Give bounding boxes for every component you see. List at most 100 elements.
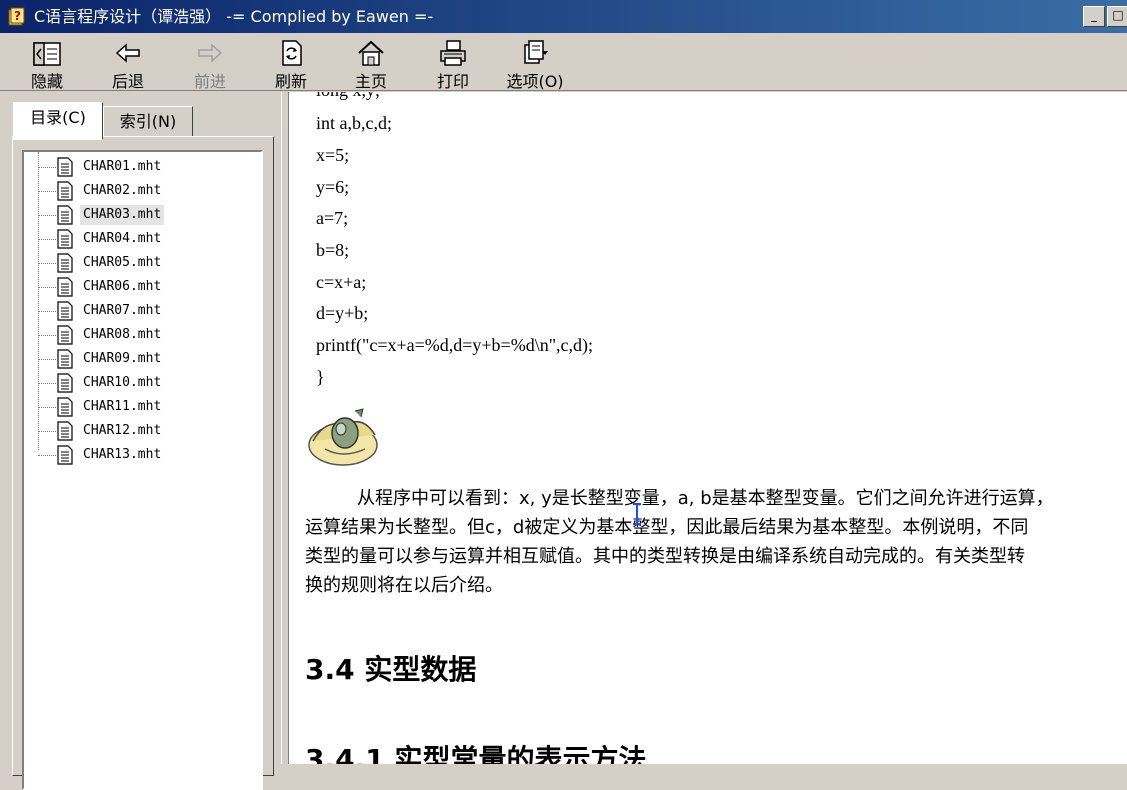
home-button[interactable]: 主页 <box>341 37 401 91</box>
tree-item[interactable]: CHAR10.mht <box>38 372 248 394</box>
paragraph-line: 换的规则将在以后介绍。 <box>305 575 503 596</box>
tab-contents-label: 目录(C) <box>30 108 86 127</box>
document-icon <box>57 445 73 465</box>
tree-connector <box>38 191 56 192</box>
code-line: y=6; <box>316 177 350 197</box>
title-bar[interactable]: ? C语言程序设计（谭浩强） -= Complied by Eawen =- _… <box>0 0 1127 33</box>
back-arrow-icon <box>115 43 140 63</box>
tree-item-label: CHAR01.mht <box>83 159 162 174</box>
paragraph-line: 运算结果为长整型。但c，d被定义为基本整型，因此最后结果为基本整型。本例说明，不… <box>305 517 1029 538</box>
hide-button[interactable]: 隐藏 <box>17 37 77 91</box>
tree-connector <box>38 287 56 288</box>
tree-item[interactable]: CHAR13.mht <box>38 444 248 466</box>
text-cursor-icon <box>633 503 641 525</box>
tree-connector <box>38 335 56 336</box>
maximize-glyph: □ <box>1112 8 1124 22</box>
tree-item-label: CHAR10.mht <box>83 375 162 390</box>
tree-item-label: CHAR08.mht <box>83 327 162 342</box>
document-icon <box>57 301 73 321</box>
tree-connector <box>38 359 56 360</box>
paragraph-line: 从程序中可以看到：x, y是长整型变量，a, b是基本整型变量。它们之间允许进行… <box>357 488 1054 509</box>
book-illustration-icon <box>308 408 378 466</box>
tree-connector <box>38 407 56 408</box>
help-book-icon: ? <box>8 7 25 26</box>
tree-item[interactable]: CHAR12.mht <box>38 420 248 442</box>
svg-text:?: ? <box>14 9 21 23</box>
tree-item[interactable]: CHAR01.mht <box>38 156 248 178</box>
tree-item-label: CHAR06.mht <box>83 279 162 294</box>
tree-item[interactable]: CHAR04.mht <box>38 228 248 250</box>
document-icon <box>57 157 73 177</box>
maximize-button[interactable]: □ <box>1107 6 1127 27</box>
options-button[interactable]: 选项(O) <box>500 37 570 91</box>
code-line: d=y+b; <box>316 303 369 323</box>
code-line: int a,b,c,d; <box>316 113 392 133</box>
home-icon <box>358 40 384 66</box>
document-icon <box>57 181 73 201</box>
document-icon <box>57 421 73 441</box>
tree-item-label: CHAR07.mht <box>83 303 162 318</box>
tree-item[interactable]: CHAR05.mht <box>38 252 248 274</box>
navigation-pane: 目录(C) 索引(N) CHAR01.mht CHAR02.mht CHAR03.m… <box>0 92 281 790</box>
document-icon <box>57 205 73 225</box>
tree-connector <box>38 311 56 312</box>
code-line: c=x+a; <box>316 272 367 292</box>
tree-item[interactable]: CHAR11.mht <box>38 396 248 418</box>
tree-item-label: CHAR11.mht <box>83 399 162 414</box>
toolbar: 隐藏 后退 前进 刷新 主页 打印 选项(O) <box>0 33 1127 91</box>
tab-panel: CHAR01.mht CHAR02.mht CHAR03.mht CHAR04.mht… <box>12 136 274 790</box>
pane-splitter[interactable] <box>281 92 289 764</box>
tree-connector <box>38 167 56 168</box>
print-button[interactable]: 打印 <box>423 37 483 91</box>
minimize-button[interactable]: _ <box>1083 6 1105 27</box>
back-button[interactable]: 后退 <box>98 37 158 91</box>
tree-item-label: CHAR04.mht <box>83 231 162 246</box>
minimize-glyph: _ <box>1091 8 1097 22</box>
tab-index[interactable]: 索引(N) <box>103 106 193 140</box>
printer-icon <box>440 40 466 66</box>
document-icon <box>57 325 73 345</box>
tree-connector <box>38 431 56 432</box>
tree-item-label: CHAR12.mht <box>83 423 162 438</box>
options-icon <box>524 40 548 64</box>
tab-contents[interactable]: 目录(C) <box>13 102 103 140</box>
document-icon <box>57 229 73 249</box>
tree-connector <box>38 263 56 264</box>
refresh-icon <box>282 40 302 66</box>
tree-item[interactable]: CHAR08.mht <box>38 324 248 346</box>
tree-connector <box>38 455 56 456</box>
refresh-label: 刷新 <box>274 72 307 91</box>
tree-item[interactable]: CHAR03.mht <box>38 204 248 226</box>
explanation-paragraph: 从程序中可以看到：x, y是长整型变量，a, b是基本整型变量。它们之间允许进行… <box>305 484 1127 600</box>
code-line: a=7; <box>316 208 349 228</box>
tree-item[interactable]: CHAR09.mht <box>38 348 248 370</box>
window-title: C语言程序设计（谭浩强） -= Complied by Eawen =- <box>34 7 434 26</box>
tree-connector <box>38 383 56 384</box>
code-line: x=5; <box>316 145 350 165</box>
home-label: 主页 <box>354 72 387 91</box>
tree-item-label: CHAR13.mht <box>83 447 162 462</box>
tree-item-label: CHAR09.mht <box>83 351 162 366</box>
forward-button[interactable]: 前进 <box>180 37 240 91</box>
back-label: 后退 <box>111 72 144 91</box>
code-line: printf("c=x+a=%d,d=y+b=%d\n",c,d); <box>316 335 594 355</box>
contents-tree[interactable]: CHAR01.mht CHAR02.mht CHAR03.mht CHAR04.mht… <box>22 150 263 790</box>
tree-item[interactable]: CHAR02.mht <box>38 180 248 202</box>
forward-arrow-icon <box>198 43 223 63</box>
document-icon <box>57 253 73 273</box>
tree-item[interactable]: CHAR06.mht <box>38 276 248 298</box>
tree-item-label: CHAR03.mht <box>80 205 165 225</box>
tree-item-label: CHAR02.mht <box>83 183 162 198</box>
content-pane[interactable]: long x,y; int a,b,c,d; x=5; y=6; a=7; b=8; c=x… <box>289 92 1127 764</box>
refresh-button[interactable]: 刷新 <box>261 37 321 91</box>
subsection-heading: 3.4.1 实型常量的表示方法 <box>305 743 647 764</box>
document-icon <box>57 277 73 297</box>
forward-label: 前进 <box>193 72 226 91</box>
section-heading: 3.4 实型数据 <box>305 653 477 686</box>
hide-label: 隐藏 <box>30 72 63 91</box>
code-line: } <box>316 367 325 387</box>
tree-item-label: CHAR05.mht <box>83 255 162 270</box>
tree-connector <box>38 215 56 216</box>
code-line: long x,y; <box>316 92 380 101</box>
tree-item[interactable]: CHAR07.mht <box>38 300 248 322</box>
